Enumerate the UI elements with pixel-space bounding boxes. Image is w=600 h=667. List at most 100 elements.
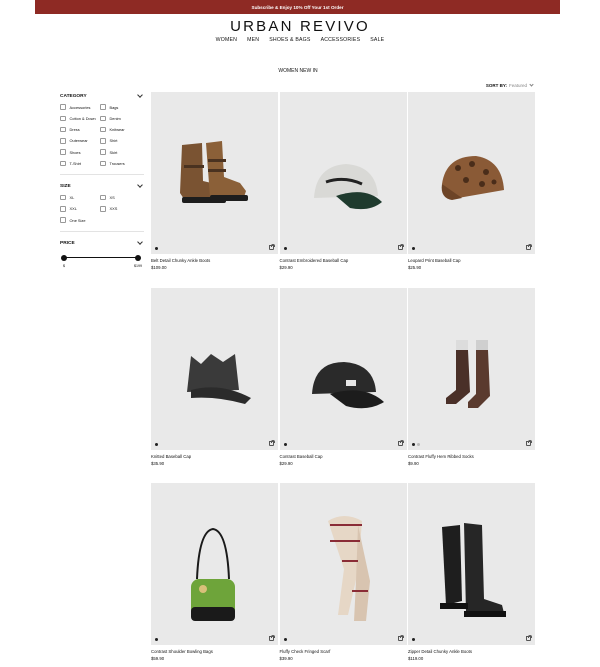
color-swatch[interactable] xyxy=(155,638,158,641)
size-option-label: One Size xyxy=(69,217,86,223)
checkbox[interactable] xyxy=(100,104,106,110)
checkbox[interactable] xyxy=(100,138,106,144)
product-name[interactable]: Knitted Baseball Cap xyxy=(151,454,191,459)
checkbox[interactable] xyxy=(60,138,66,144)
add-to-bag-icon[interactable] xyxy=(269,244,275,250)
size-option-label: XXS xyxy=(109,206,118,212)
add-to-bag-icon[interactable] xyxy=(397,439,404,446)
checkbox[interactable] xyxy=(60,206,66,212)
checkbox[interactable] xyxy=(60,126,66,133)
product-name[interactable]: Leopard Print Baseball Cap xyxy=(408,258,461,263)
category-option-label: Skirt xyxy=(109,149,118,155)
sort-value: Featured xyxy=(508,83,527,88)
product-image[interactable] xyxy=(151,287,278,450)
checkbox[interactable] xyxy=(100,115,106,122)
color-swatch[interactable] xyxy=(412,638,415,641)
category-option-label: Knitwear xyxy=(109,127,125,133)
color-swatch[interactable] xyxy=(283,638,287,641)
product-image[interactable] xyxy=(279,92,407,254)
price-slider[interactable] xyxy=(60,252,144,264)
filter-category-header[interactable]: CATEGORY xyxy=(60,90,144,102)
add-to-bag-icon[interactable] xyxy=(397,635,404,641)
color-swatch[interactable] xyxy=(412,442,415,446)
color-swatch[interactable] xyxy=(412,247,415,250)
color-swatch[interactable] xyxy=(283,442,287,446)
category-option[interactable]: Outerwear xyxy=(60,138,100,144)
size-option-label: XS xyxy=(109,194,115,200)
product-name[interactable]: Contrast Shoulder Bowling Bags xyxy=(151,649,213,654)
size-option[interactable]: One Size xyxy=(60,217,100,223)
nav-women[interactable]: WOMEN xyxy=(216,37,237,43)
category-option[interactable]: Accessories xyxy=(60,104,100,110)
color-swatch[interactable] xyxy=(283,247,287,250)
checkbox[interactable] xyxy=(60,115,66,122)
product-name[interactable]: Zipper Detail Chunky Ankle Boots xyxy=(408,649,472,654)
product-price: $9.90 xyxy=(408,460,419,466)
nav-accessories[interactable]: ACCESSORIES xyxy=(321,37,361,43)
checkbox[interactable] xyxy=(100,206,106,212)
category-option[interactable]: Trousers xyxy=(100,160,140,167)
checkbox[interactable] xyxy=(100,149,106,155)
brand-logo[interactable]: URBAN REVIVO xyxy=(0,18,600,35)
size-option[interactable]: XS xyxy=(100,194,140,201)
product-image[interactable] xyxy=(408,483,535,645)
product-image[interactable] xyxy=(279,287,407,450)
size-option[interactable]: XXS xyxy=(100,206,140,212)
product-image[interactable] xyxy=(408,287,535,450)
add-to-bag-icon[interactable] xyxy=(269,439,275,446)
sort-dropdown[interactable]: SORT BY: Featured xyxy=(486,82,535,88)
category-option[interactable]: Skirt xyxy=(100,149,140,155)
main-nav: WOMEN MEN SHOES & BAGS ACCESSORIES SALE xyxy=(0,37,600,43)
filter-price-header[interactable]: PRICE xyxy=(60,237,144,249)
price-max-handle[interactable] xyxy=(135,254,141,261)
checkbox[interactable] xyxy=(60,194,66,201)
category-option[interactable]: Cotton & Down xyxy=(60,115,100,122)
add-to-bag-icon[interactable] xyxy=(526,439,532,446)
category-option[interactable]: Shirt xyxy=(100,138,140,144)
checkbox[interactable] xyxy=(60,217,66,223)
category-option[interactable]: Bags xyxy=(100,104,140,110)
checkbox[interactable] xyxy=(100,126,106,133)
color-swatch[interactable] xyxy=(417,442,420,446)
color-swatch[interactable] xyxy=(155,247,158,250)
filter-size-header[interactable]: SIZE xyxy=(60,180,144,192)
size-option[interactable]: XXL xyxy=(60,206,100,212)
add-to-bag-icon[interactable] xyxy=(526,635,532,641)
nav-shoes-bags[interactable]: SHOES & BAGS xyxy=(269,37,310,43)
checkbox[interactable] xyxy=(60,149,66,155)
product-image[interactable] xyxy=(279,483,407,645)
nav-sale[interactable]: SALE xyxy=(370,37,384,43)
color-swatches xyxy=(155,638,158,641)
promo-text[interactable]: Subscribe & Enjoy 10% Off Your 1st Order xyxy=(252,5,344,10)
checkbox[interactable] xyxy=(60,104,66,110)
ankle-boot-icon xyxy=(180,141,248,203)
product-name[interactable]: Contrast Baseball Cap xyxy=(280,454,323,459)
category-option[interactable]: T-Shirt xyxy=(60,160,100,167)
checkbox[interactable] xyxy=(60,160,66,167)
product-name[interactable]: Fluffy Check Fringed Scarf xyxy=(280,649,331,654)
category-option[interactable]: Denim xyxy=(100,115,140,122)
promo-banner[interactable]: Subscribe & Enjoy 10% Off Your 1st Order xyxy=(35,0,560,14)
category-option[interactable]: Shoes xyxy=(60,149,100,155)
color-swatches xyxy=(412,638,415,641)
size-option[interactable]: XL xyxy=(60,194,100,201)
product-image[interactable] xyxy=(151,483,278,645)
product-name[interactable]: Belt Detail Chunky Ankle Boots xyxy=(151,258,210,263)
product-image[interactable] xyxy=(151,92,278,254)
product-name[interactable]: Contrast Embroidered Baseball Cap xyxy=(280,258,349,263)
color-swatch[interactable] xyxy=(155,442,158,446)
category-option-label: T-Shirt xyxy=(69,160,81,166)
category-option[interactable]: Dress xyxy=(60,126,100,133)
add-to-bag-icon[interactable] xyxy=(397,244,404,250)
checkbox[interactable] xyxy=(100,160,106,167)
add-to-bag-icon[interactable] xyxy=(269,635,275,641)
category-option[interactable]: Knitwear xyxy=(100,126,140,133)
checkbox[interactable] xyxy=(100,194,106,201)
product-name[interactable]: Contrast Fluffy Hem Ribbed Socks xyxy=(408,454,474,459)
price-min-handle[interactable] xyxy=(61,254,67,261)
leopard-cap-icon xyxy=(441,156,504,200)
nav-men[interactable]: MEN xyxy=(247,37,259,43)
product-image[interactable] xyxy=(408,92,535,254)
add-to-bag-icon[interactable] xyxy=(526,244,532,250)
category-option-label: Bags xyxy=(109,104,119,110)
